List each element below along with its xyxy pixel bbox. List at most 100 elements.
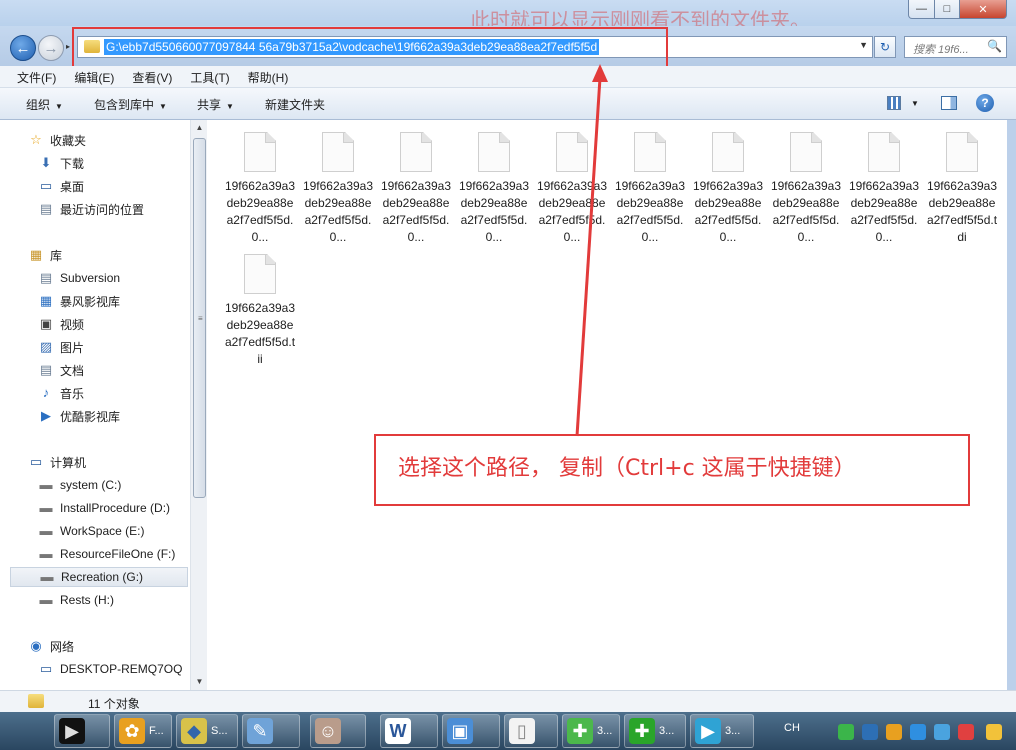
tray-qq-icon[interactable] bbox=[986, 724, 1002, 740]
nav-desktop[interactable]: ▭ 桌面 bbox=[38, 176, 84, 196]
grip-icon: ≡ bbox=[198, 314, 203, 323]
taskbar-photo[interactable]: ☺ bbox=[310, 714, 366, 748]
organize-button[interactable]: 组织 ▼ bbox=[26, 96, 63, 113]
menu-edit[interactable]: 编辑(E) bbox=[65, 66, 123, 88]
scroll-down-icon[interactable]: ▼ bbox=[191, 674, 208, 690]
nav-documents[interactable]: ▤ 文档 bbox=[38, 360, 84, 380]
share-button[interactable]: 共享 ▼ bbox=[197, 96, 234, 113]
menu-bar: 文件(F) 编辑(E) 查看(V) 工具(T) 帮助(H) bbox=[0, 66, 1016, 88]
desktop-icon: ▭ bbox=[39, 178, 53, 193]
nav-music[interactable]: ♪ 音乐 bbox=[38, 383, 84, 403]
file-item[interactable]: 19f662a39a3deb29ea88ea2f7edf5f5d.0... bbox=[380, 120, 452, 246]
tray-app-icon[interactable] bbox=[886, 724, 902, 740]
picture-icon: ▨ bbox=[39, 339, 53, 354]
scroll-thumb[interactable]: ≡ bbox=[193, 138, 206, 498]
youku-library-icon: ▶ bbox=[41, 408, 51, 423]
tray-film-icon[interactable] bbox=[862, 724, 878, 740]
nav-drive-d[interactable]: ▬ InstallProcedure (D:) bbox=[38, 498, 171, 518]
nav-network[interactable]: ◉ 网络 bbox=[28, 636, 74, 656]
nav-label: InstallProcedure (D:) bbox=[60, 501, 171, 515]
language-indicator[interactable]: CH bbox=[784, 722, 800, 734]
maximize-button[interactable]: □ bbox=[934, 0, 960, 19]
refresh-button[interactable]: ↻ bbox=[874, 36, 896, 58]
tray-alert-icon[interactable] bbox=[958, 724, 974, 740]
photo-icon: ☺ bbox=[315, 718, 341, 744]
task-label: 3... bbox=[725, 725, 741, 737]
menu-tools[interactable]: 工具(T) bbox=[181, 66, 238, 88]
file-icon bbox=[868, 132, 900, 172]
file-item[interactable]: 19f662a39a3deb29ea88ea2f7edf5f5d.0... bbox=[770, 120, 842, 246]
nav-drive-h[interactable]: ▬ Rests (H:) bbox=[38, 590, 115, 610]
nav-favorites[interactable]: ☆ 收藏夹 bbox=[28, 130, 86, 150]
nav-label: Rests (H:) bbox=[60, 593, 114, 607]
nav-recent-places[interactable]: ▤ 最近访问的位置 bbox=[38, 199, 144, 219]
address-dropdown-icon[interactable]: ▼ bbox=[859, 40, 868, 50]
nav-computer[interactable]: ▭ 计算机 bbox=[28, 452, 86, 472]
taskbar-cmd[interactable]: ▶ bbox=[54, 714, 110, 748]
menu-help[interactable]: 帮助(H) bbox=[239, 66, 298, 88]
nav-drive-e[interactable]: ▬ WorkSpace (E:) bbox=[38, 521, 145, 541]
file-item[interactable]: 19f662a39a3deb29ea88ea2f7edf5f5d.0... bbox=[458, 120, 530, 246]
nav-videos[interactable]: ▣ 视频 bbox=[38, 314, 84, 334]
explorer-icon: ▣ bbox=[447, 718, 473, 744]
file-item[interactable]: 19f662a39a3deb29ea88ea2f7edf5f5d.0... bbox=[536, 120, 608, 246]
taskbar-paint[interactable]: ✎ bbox=[242, 714, 300, 748]
file-item[interactable]: 19f662a39a3deb29ea88ea2f7edf5f5d.0... bbox=[302, 120, 374, 246]
nav-libraries[interactable]: ▦ 库 bbox=[28, 245, 62, 265]
taskbar-word[interactable]: W bbox=[380, 714, 438, 748]
new-folder-button[interactable]: 新建文件夹 bbox=[265, 96, 325, 113]
nav-subversion[interactable]: ▤ Subversion bbox=[38, 268, 120, 288]
taskbar-app-s[interactable]: ◆ S... bbox=[176, 714, 238, 748]
nav-drive-c[interactable]: ▬ system (C:) bbox=[38, 475, 122, 495]
taskbar-app-f[interactable]: ✿ F... bbox=[114, 714, 172, 748]
file-name: 19f662a39a3deb29ea88ea2f7edf5f5d.0... bbox=[224, 179, 296, 244]
file-item[interactable]: 19f662a39a3deb29ea88ea2f7edf5f5d.0... bbox=[848, 120, 920, 246]
file-item[interactable]: 19f662a39a3deb29ea88ea2f7edf5f5d.0... bbox=[614, 120, 686, 246]
scroll-up-icon[interactable]: ▲ bbox=[191, 120, 208, 136]
search-input[interactable]: 搜索 19f6... 🔍 bbox=[904, 36, 1007, 58]
menu-view[interactable]: 查看(V) bbox=[123, 66, 181, 88]
annotation-text: 选择这个路径， 复制（Ctrl+c 这属于快捷键） bbox=[398, 456, 856, 481]
tray-play-icon[interactable] bbox=[838, 724, 854, 740]
preview-pane-icon[interactable] bbox=[941, 96, 957, 110]
file-icon bbox=[322, 132, 354, 172]
taskbar-notepad[interactable]: ▯ bbox=[504, 714, 558, 748]
file-item[interactable]: 19f662a39a3deb29ea88ea2f7edf5f5d.0... bbox=[224, 120, 296, 246]
taskbar-app-3c[interactable]: ▶ 3... bbox=[690, 714, 754, 748]
taskbar-explorer[interactable]: ▣ bbox=[442, 714, 500, 748]
forward-button[interactable]: → bbox=[38, 35, 64, 61]
minimize-button[interactable]: — bbox=[908, 0, 935, 19]
nav-drive-f[interactable]: ▬ ResourceFileOne (F:) bbox=[38, 544, 176, 564]
nav-youku-library[interactable]: ▶ 优酷影视库 bbox=[38, 406, 120, 426]
search-icon[interactable]: 🔍 bbox=[987, 39, 1002, 53]
help-icon[interactable]: ? bbox=[976, 94, 994, 112]
nav-network-computer[interactable]: ▭ DESKTOP-REMQ7OQ bbox=[38, 659, 183, 679]
file-item[interactable]: 19f662a39a3deb29ea88ea2f7edf5f5d.tii bbox=[224, 242, 296, 368]
organize-label: 组织 bbox=[26, 98, 51, 112]
address-highlight-box bbox=[72, 27, 668, 70]
file-icon bbox=[478, 132, 510, 172]
view-options-icon[interactable] bbox=[887, 96, 901, 110]
history-dropdown-icon[interactable]: ▸ bbox=[66, 42, 70, 51]
nav-baofeng-library[interactable]: ▦ 暴风影视库 bbox=[38, 291, 120, 311]
nav-label: Recreation (G:) bbox=[61, 570, 144, 584]
recent-places-icon: ▤ bbox=[39, 201, 53, 216]
back-button[interactable]: ← bbox=[10, 35, 36, 61]
nav-drive-g[interactable]: ▬ Recreation (G:) bbox=[10, 567, 188, 587]
nav-pictures[interactable]: ▨ 图片 bbox=[38, 337, 84, 357]
file-item[interactable]: 19f662a39a3deb29ea88ea2f7edf5f5d.tdi bbox=[926, 120, 998, 246]
close-button[interactable]: ✕ bbox=[959, 0, 1007, 19]
navigation-scrollbar[interactable]: ▲ ≡ ▼ bbox=[190, 120, 207, 690]
taskbar-app-3a[interactable]: ✚ 3... bbox=[562, 714, 620, 748]
tray-cloud-icon[interactable] bbox=[910, 724, 926, 740]
system-drive-icon: ▬ bbox=[39, 477, 53, 492]
view-dropdown-icon[interactable]: ▼ bbox=[911, 99, 919, 108]
nav-label: 收藏夹 bbox=[50, 133, 87, 148]
taskbar-app-3b[interactable]: ✚ 3... bbox=[624, 714, 686, 748]
tray-browser-icon[interactable] bbox=[934, 724, 950, 740]
include-in-library-button[interactable]: 包含到库中 ▼ bbox=[94, 96, 167, 113]
nav-downloads[interactable]: ⬇ 下载 bbox=[38, 153, 84, 173]
chevron-down-icon: ▼ bbox=[159, 102, 167, 111]
menu-file[interactable]: 文件(F) bbox=[0, 66, 65, 88]
file-item[interactable]: 19f662a39a3deb29ea88ea2f7edf5f5d.0... bbox=[692, 120, 764, 246]
